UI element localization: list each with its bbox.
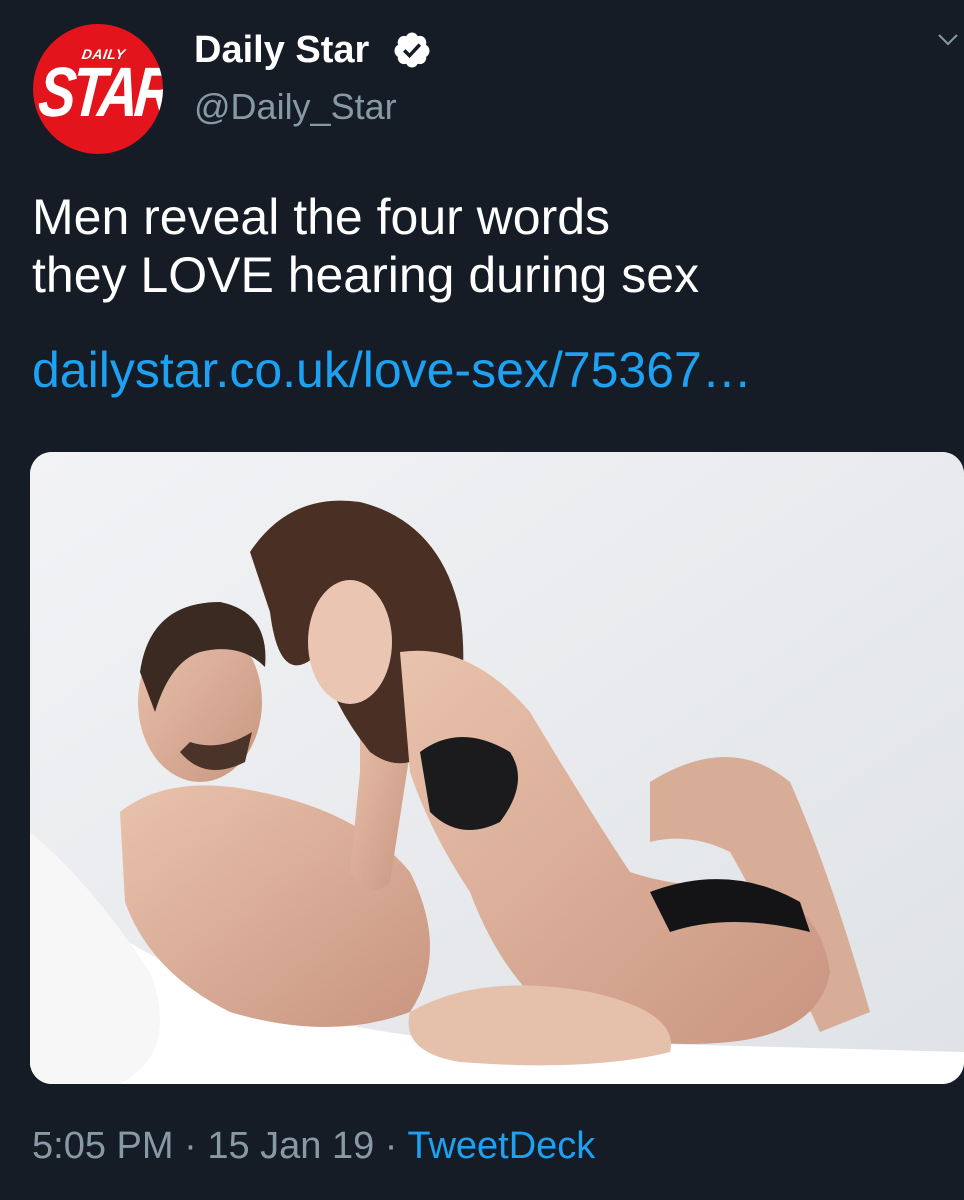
verified-badge-icon: [394, 32, 430, 68]
tweet-source-link[interactable]: TweetDeck: [407, 1125, 595, 1167]
tweet-link[interactable]: dailystar.co.uk/love-sex/75367…: [32, 341, 752, 399]
tweet-metadata: 5:05 PM · 15 Jan 19 · TweetDeck: [32, 1124, 595, 1168]
tweet-text-line: Men reveal the four words: [32, 189, 611, 245]
photo-illustration: [30, 452, 964, 1084]
tweet-date[interactable]: 15 Jan 19: [207, 1125, 374, 1167]
meta-separator: ·: [173, 1125, 208, 1167]
chevron-down-icon[interactable]: [938, 34, 958, 46]
meta-separator: ·: [374, 1125, 408, 1167]
tweet: DAILY STAR Daily Star @Daily_Star Men re…: [0, 0, 964, 1200]
account-handle[interactable]: @Daily_Star: [194, 86, 397, 128]
tweet-text: Men reveal the four words they LOVE hear…: [32, 188, 942, 304]
display-name[interactable]: Daily Star: [194, 28, 369, 72]
avatar[interactable]: DAILY STAR: [33, 24, 163, 154]
tweet-text-line: they LOVE hearing during sex: [32, 247, 700, 303]
avatar-logo-big: STAR: [35, 52, 163, 131]
tweet-media-image[interactable]: [30, 452, 964, 1084]
tweet-time[interactable]: 5:05 PM: [32, 1125, 174, 1167]
